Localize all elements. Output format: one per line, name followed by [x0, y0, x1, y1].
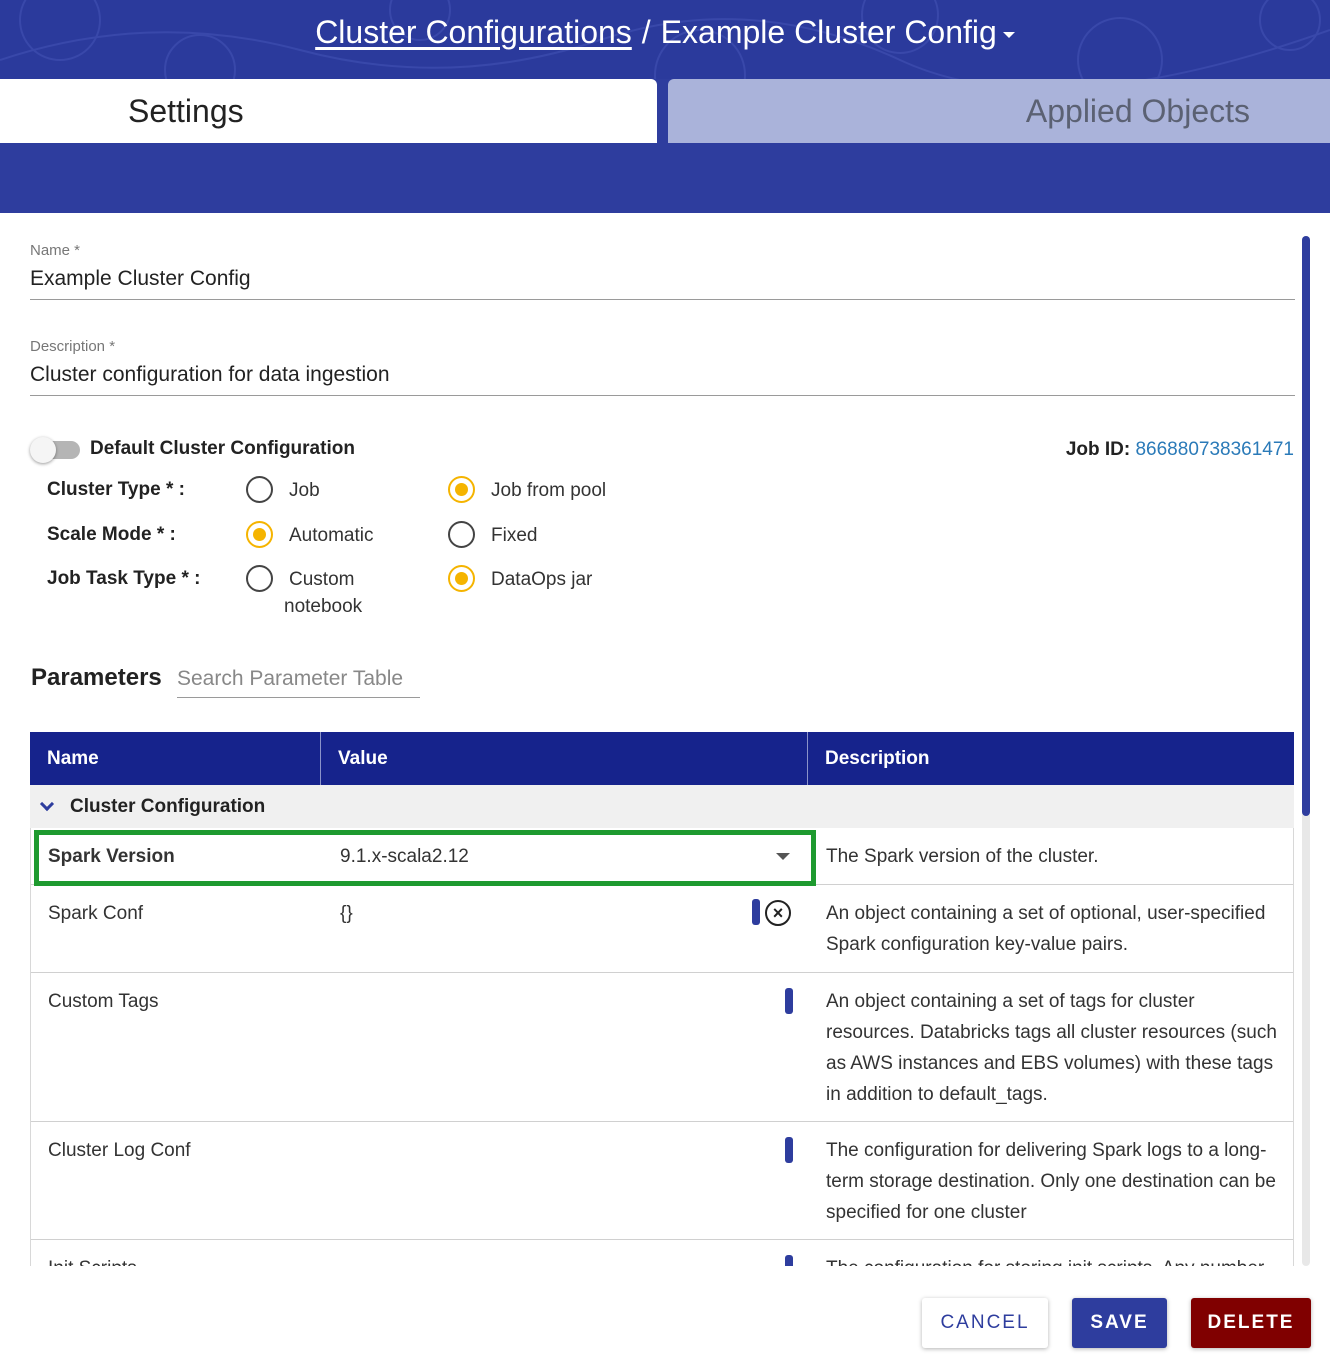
parameter-table-header: Name Value Description	[30, 732, 1294, 785]
parameters-title: Parameters	[31, 664, 162, 691]
job-id: Job ID: 866880738361471	[1066, 439, 1294, 461]
dropdown-caret-icon[interactable]	[776, 853, 790, 860]
edit-handle-icon[interactable]	[785, 1255, 793, 1266]
desc-line: specified for one cluster	[826, 1202, 1027, 1223]
table-row-cluster-log-conf[interactable]: Cluster Log Conf The configuration for d…	[31, 1122, 1293, 1240]
tab-settings[interactable]: Settings	[0, 79, 657, 143]
param-description: The configuration for storing init scrip…	[826, 1240, 1293, 1266]
column-header-value: Value	[321, 732, 808, 785]
breadcrumb-current-config[interactable]: Example Cluster Config	[661, 14, 1015, 50]
name-field[interactable]: Name * Example Cluster Config	[30, 242, 1295, 300]
tab-settings-label: Settings	[128, 92, 244, 129]
column-header-name: Name	[30, 732, 321, 785]
column-header-description: Description	[825, 747, 930, 769]
desc-line: in addition to default_tags.	[826, 1084, 1048, 1105]
param-name: Cluster Log Conf	[48, 1140, 191, 1161]
edit-handle-icon[interactable]	[785, 988, 793, 1014]
param-description: An object containing a set of tags for c…	[826, 973, 1286, 1110]
description-field[interactable]: Description * Cluster configuration for …	[30, 338, 1295, 396]
description-label: Description *	[30, 338, 116, 355]
table-row-spark-conf[interactable]: Spark Conf {} × An object containing a s…	[31, 885, 1293, 973]
param-name: Init Scripts	[48, 1240, 137, 1266]
toggle-knob	[30, 437, 56, 463]
radio-label: Fixed	[491, 525, 538, 546]
table-row-spark-version[interactable]: Spark Version 9.1.x-scala2.12 The Spark …	[31, 828, 1293, 885]
save-button[interactable]: SAVE	[1072, 1298, 1167, 1348]
cluster-type-label: Cluster Type * :	[47, 479, 185, 500]
group-label: Cluster Configuration	[70, 795, 266, 817]
chevron-down-icon	[39, 796, 55, 811]
radio-circle	[246, 476, 273, 503]
desc-line: Spark configuration key-value pairs.	[826, 934, 1129, 955]
tab-bar: Settings Applied Objects	[0, 79, 1330, 213]
radio-circle-selected	[448, 565, 475, 592]
param-description: An object containing a set of optional, …	[826, 885, 1286, 960]
desc-line: as AWS instances and EBS volumes) with t…	[826, 1053, 1274, 1074]
breadcrumb-separator: /	[641, 14, 651, 50]
desc-line: An object containing a set of tags for c…	[826, 991, 1195, 1012]
job-task-type-label: Job Task Type * :	[47, 568, 201, 589]
radio-label: Job	[289, 480, 320, 501]
description-input[interactable]: Cluster configuration for data ingestion	[30, 363, 1295, 395]
name-label: Name *	[30, 242, 81, 259]
edit-handle-icon[interactable]	[752, 899, 760, 925]
param-name: Custom Tags	[48, 991, 159, 1012]
job-id-link[interactable]: 866880738361471	[1135, 439, 1294, 460]
desc-line: resources. Databricks tags all cluster r…	[826, 1022, 1277, 1043]
table-row-init-scripts[interactable]: Init Scripts The configuration for stori…	[31, 1240, 1293, 1266]
radio-circle-selected	[448, 476, 475, 503]
radio-label: Automatic	[289, 525, 374, 546]
delete-button[interactable]: DELETE	[1191, 1298, 1311, 1348]
radio-circle-selected	[246, 521, 273, 548]
tab-applied-objects[interactable]: Applied Objects	[668, 79, 1330, 143]
config-name: Example Cluster Config	[660, 14, 997, 50]
name-input[interactable]: Example Cluster Config	[30, 267, 1295, 299]
scrollbar-thumb[interactable]	[1302, 236, 1310, 816]
group-row-cluster-configuration[interactable]: Cluster Configuration	[30, 785, 1294, 828]
edit-handle-icon[interactable]	[785, 1137, 793, 1163]
radio-label: DataOps jar	[491, 569, 593, 590]
default-config-toggle[interactable]	[30, 437, 80, 463]
tab-applied-objects-label: Applied Objects	[1025, 92, 1250, 129]
scale-mode-label: Scale Mode * :	[47, 524, 176, 545]
radio-label-line1: Custom	[289, 569, 355, 590]
job-id-label: Job ID:	[1065, 439, 1131, 460]
caret-down-icon	[1002, 31, 1015, 38]
param-description: The Spark version of the cluster.	[826, 846, 1099, 867]
param-name: Spark Version	[48, 846, 175, 867]
table-row-custom-tags[interactable]: Custom Tags An object containing a set o…	[31, 973, 1293, 1122]
default-config-label: Default Cluster Configuration	[90, 438, 355, 459]
desc-line: term storage destination. Only one desti…	[826, 1171, 1276, 1192]
cancel-button[interactable]: CANCEL	[922, 1298, 1048, 1348]
param-description: The configuration for delivering Spark l…	[826, 1122, 1286, 1228]
desc-line: The configuration for delivering Spark l…	[826, 1140, 1267, 1161]
param-name: Spark Conf	[48, 903, 144, 924]
spark-conf-value[interactable]: {}	[340, 885, 353, 929]
radio-circle	[448, 521, 475, 548]
breadcrumb: Cluster Configurations / Example Cluster C…	[0, 14, 1330, 51]
radio-label-line2: notebook	[284, 596, 363, 617]
radio-label: Job from pool	[491, 480, 607, 501]
radio-circle	[246, 565, 273, 592]
top-header: Cluster Configurations / Example Cluster C…	[0, 0, 1330, 80]
parameter-search-input[interactable]	[177, 660, 420, 698]
clear-icon[interactable]: ×	[765, 900, 791, 926]
spark-version-select[interactable]: 9.1.x-scala2.12	[340, 828, 469, 872]
desc-line: An object containing a set of optional, …	[826, 903, 1266, 924]
parameter-table-body[interactable]: Spark Version 9.1.x-scala2.12 The Spark …	[30, 828, 1294, 1266]
breadcrumb-link-cluster-configurations[interactable]: Cluster Configurations	[315, 14, 632, 50]
